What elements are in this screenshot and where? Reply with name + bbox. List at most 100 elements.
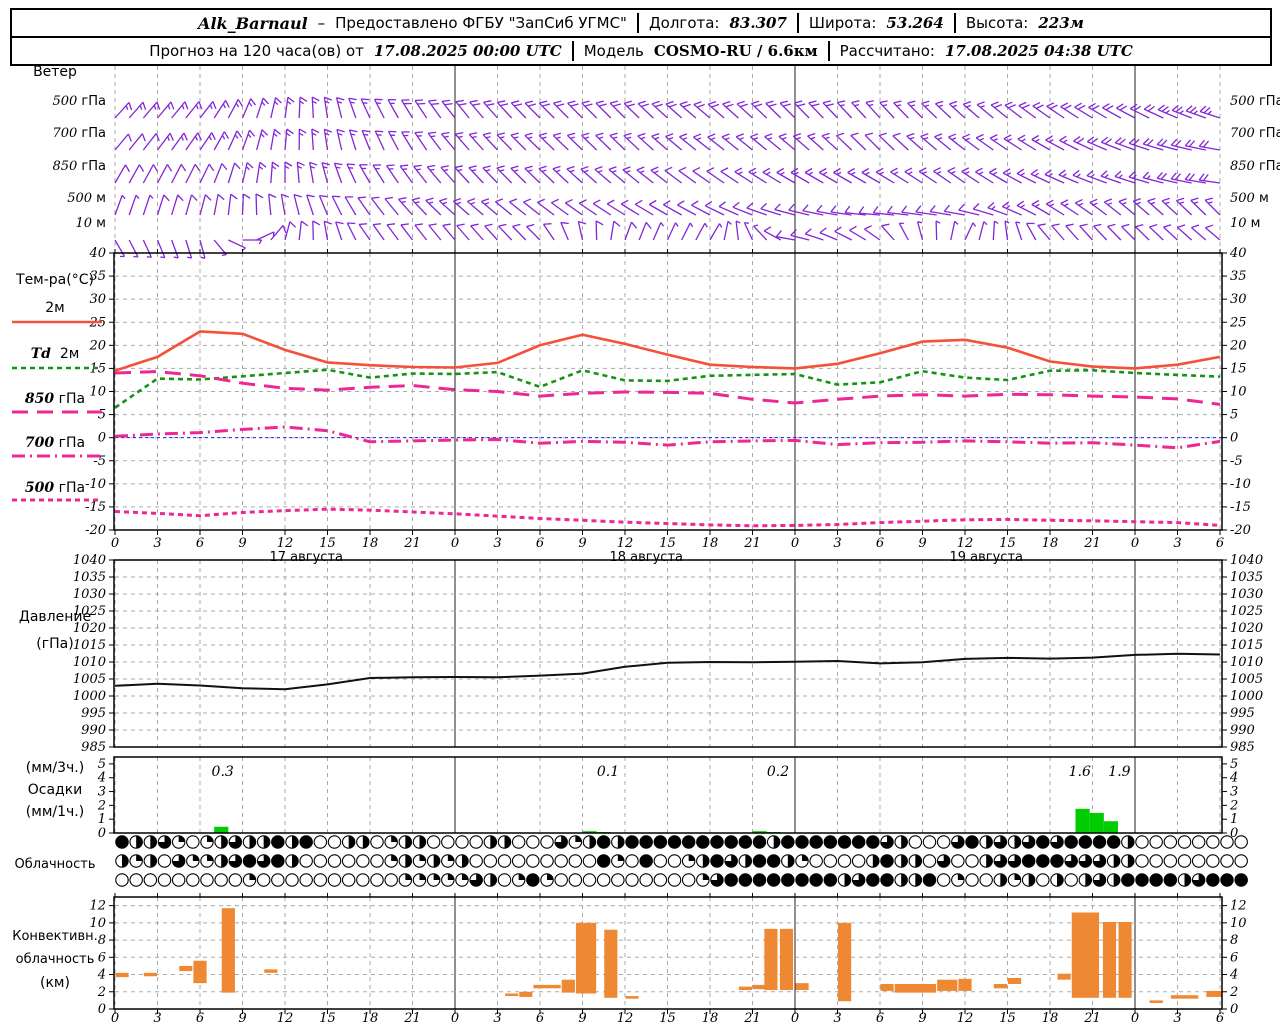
svg-text:15: 15	[999, 536, 1016, 551]
svg-text:0: 0	[1131, 1011, 1139, 1024]
svg-text:0: 0	[111, 536, 119, 551]
svg-text:1020: 1020	[73, 621, 106, 636]
svg-text:0: 0	[1230, 431, 1238, 446]
convective-bar	[505, 993, 519, 997]
svg-text:12: 12	[277, 1011, 294, 1024]
svg-text:1010: 1010	[73, 655, 106, 670]
svg-text:2: 2	[1229, 798, 1238, 813]
convective-bar	[115, 972, 129, 978]
convective-bar	[533, 984, 561, 989]
svg-text:990: 990	[81, 723, 106, 738]
svg-text:1000: 1000	[73, 689, 106, 704]
svg-text:5: 5	[98, 408, 106, 423]
svg-text:21: 21	[1083, 536, 1101, 551]
svg-text:0.2: 0.2	[767, 764, 789, 780]
wind-level-label: 10 м	[1230, 216, 1261, 231]
svg-text:12: 12	[957, 536, 974, 551]
svg-text:995: 995	[1230, 706, 1255, 721]
svg-text:6: 6	[876, 1011, 884, 1024]
svg-text:0: 0	[98, 431, 106, 446]
svg-text:21: 21	[403, 536, 421, 551]
svg-text:1.6: 1.6	[1069, 764, 1091, 780]
svg-text:9: 9	[238, 1011, 246, 1024]
convective-bar	[519, 991, 533, 997]
cloud-row-2	[115, 854, 1248, 868]
svg-text:18: 18	[702, 1011, 719, 1024]
svg-text:10: 10	[89, 916, 106, 931]
svg-text:6: 6	[876, 536, 884, 551]
svg-text:3: 3	[833, 1011, 841, 1024]
convective-bar	[221, 908, 235, 993]
svg-text:30: 30	[1230, 292, 1247, 307]
svg-text:-15: -15	[1230, 500, 1251, 515]
precip-bar	[1103, 821, 1118, 833]
svg-text:9: 9	[238, 536, 246, 551]
svg-text:4: 4	[1229, 771, 1238, 786]
convective-bar	[1118, 921, 1132, 998]
svg-text:15: 15	[319, 1011, 336, 1024]
svg-text:17 августа: 17 августа	[269, 550, 343, 565]
svg-text:10: 10	[1230, 916, 1247, 931]
convective-bar	[753, 984, 767, 990]
svg-text:1040: 1040	[73, 553, 106, 568]
svg-text:8: 8	[98, 933, 106, 948]
svg-text:35: 35	[1230, 269, 1247, 284]
svg-text:4: 4	[1229, 968, 1238, 983]
convective-bar	[764, 928, 778, 991]
svg-text:1020: 1020	[1230, 621, 1263, 636]
svg-text:990: 990	[1230, 723, 1255, 738]
svg-text:15: 15	[1230, 361, 1247, 376]
svg-text:1035: 1035	[73, 570, 106, 585]
svg-text:18 августа: 18 августа	[609, 550, 683, 565]
svg-text:6: 6	[1230, 950, 1238, 965]
svg-text:21: 21	[1083, 1011, 1101, 1024]
convective-bar	[894, 984, 937, 993]
svg-text:4: 4	[97, 771, 106, 786]
svg-text:1015: 1015	[73, 638, 106, 653]
convective-bar	[1008, 977, 1022, 985]
svg-text:15: 15	[999, 1011, 1016, 1024]
svg-text:3: 3	[493, 536, 501, 551]
convective-bar	[1170, 995, 1199, 999]
svg-text:9: 9	[918, 536, 926, 551]
svg-text:1035: 1035	[1230, 570, 1263, 585]
svg-text:-15: -15	[85, 500, 106, 515]
convective-bar	[625, 996, 639, 999]
svg-text:15: 15	[659, 536, 676, 551]
svg-text:3: 3	[1230, 785, 1238, 800]
svg-text:1.9: 1.9	[1108, 764, 1130, 780]
svg-text:6: 6	[536, 1011, 544, 1024]
cloud-row-3	[115, 873, 1248, 887]
svg-text:6: 6	[196, 536, 204, 551]
svg-text:6: 6	[98, 950, 106, 965]
convective-bar	[738, 986, 752, 991]
svg-text:3: 3	[153, 1011, 161, 1024]
svg-text:6: 6	[196, 1011, 204, 1024]
svg-text:6: 6	[1216, 1011, 1224, 1024]
svg-text:9: 9	[578, 1011, 586, 1024]
svg-text:0: 0	[1230, 1002, 1238, 1017]
convective-bar	[1057, 973, 1071, 980]
svg-text:20: 20	[1229, 338, 1247, 353]
svg-text:3: 3	[1173, 536, 1181, 551]
svg-text:2: 2	[97, 798, 106, 813]
convective-bar	[779, 928, 794, 991]
wind-level-label: 500 м	[1230, 191, 1269, 206]
svg-text:1040: 1040	[1230, 553, 1263, 568]
svg-text:1005: 1005	[1230, 672, 1263, 687]
svg-text:12: 12	[89, 899, 106, 914]
meteogram-page: Alk_Barnaul – Предоставлено ФГБУ "ЗапСиб…	[0, 0, 1280, 1024]
svg-text:21: 21	[403, 1011, 421, 1024]
svg-text:1: 1	[1230, 812, 1238, 827]
svg-text:25: 25	[1229, 315, 1247, 330]
svg-text:21: 21	[743, 536, 761, 551]
svg-text:40: 40	[1229, 246, 1247, 261]
svg-text:-10: -10	[85, 477, 106, 492]
svg-text:-10: -10	[1230, 477, 1251, 492]
svg-text:12: 12	[277, 536, 294, 551]
temperature-panel: 40403535303025252020151510105500-5-5-10-…	[85, 246, 1251, 538]
wind-level-label: 700 гПа	[52, 126, 106, 141]
svg-text:1025: 1025	[73, 604, 106, 619]
convective-bar	[143, 972, 157, 977]
svg-text:3: 3	[493, 1011, 501, 1024]
